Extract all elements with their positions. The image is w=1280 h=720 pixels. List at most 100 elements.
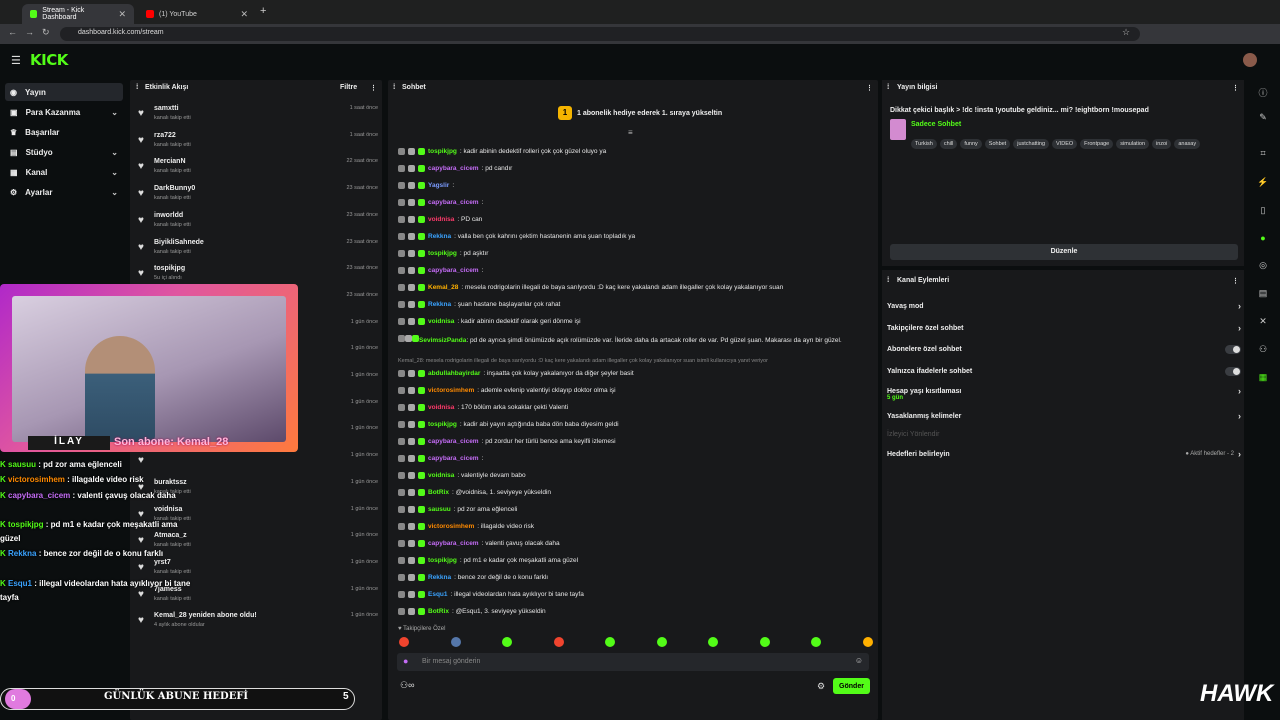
sidebar-item-yayin[interactable]: ◉ Yayın — [5, 83, 123, 101]
wrench-icon[interactable]: ✕ — [1256, 316, 1270, 330]
more-options-icon[interactable]: ⋮ — [370, 84, 377, 92]
chat-username[interactable]: SevimsizPanda — [419, 337, 466, 344]
sidebar-item-para-kazanma[interactable]: ▣ Para Kazanma ⌄ — [5, 103, 123, 121]
chevron-right-icon[interactable]: › — [1238, 323, 1241, 333]
sidebar-item-kanal[interactable]: ▦ Kanal ⌄ — [5, 163, 123, 181]
emote-icon[interactable] — [656, 637, 667, 647]
channel-action-row[interactable]: Yalnızca ifadelerle sohbet — [887, 367, 1241, 376]
chat-bubble-icon[interactable]: ● — [1256, 233, 1270, 247]
filter-button[interactable]: Filtre — [340, 84, 357, 91]
channel-action-row[interactable]: Takipçilere özel sohbet › — [887, 323, 1241, 333]
toggle-switch[interactable] — [1225, 345, 1241, 354]
emote-icon[interactable] — [605, 637, 615, 647]
mic-icon[interactable]: ● — [403, 656, 408, 666]
sidebar-item-basarilar[interactable]: ♛ Başarılar — [5, 123, 123, 141]
chat-username[interactable]: voidnisa — [428, 216, 454, 223]
hamburger-menu-icon[interactable]: ☰ — [11, 54, 21, 67]
chat-username[interactable]: Kemal_28 — [428, 284, 458, 291]
channel-action-row[interactable]: Hedefleri belirleyin ● Aktif hedefler - 2… — [887, 449, 1241, 459]
info-drag-icon[interactable]: ⁞ — [887, 84, 889, 91]
channel-action-row[interactable]: Yavaş mod › — [887, 301, 1241, 311]
chevron-right-icon[interactable]: › — [1238, 301, 1241, 311]
emote-icon[interactable] — [450, 637, 461, 647]
users-icon[interactable]: ⚇ — [1256, 344, 1270, 358]
emote-icon[interactable] — [862, 637, 873, 647]
stream-tag[interactable]: chill — [939, 139, 958, 149]
chat-settings-icon[interactable]: ⚙ — [817, 681, 825, 692]
broadcast-wave-icon[interactable]: ◎ — [1256, 260, 1270, 274]
kick-logo[interactable]: KICK — [30, 51, 68, 69]
tab-kick-dashboard[interactable]: Stream - Kick Dashboard ✕ — [22, 4, 134, 24]
chevron-right-icon[interactable]: › — [1238, 449, 1241, 459]
channel-action-row[interactable]: Abonelere özel sohbet — [887, 345, 1241, 354]
activity-username[interactable]: tospikjpg — [154, 265, 185, 272]
emote-icon[interactable] — [708, 637, 718, 647]
info-icon[interactable]: ⓘ — [1256, 86, 1270, 100]
close-tab-icon[interactable]: ✕ — [240, 9, 248, 20]
more-options-icon[interactable]: ⋮ — [1232, 277, 1239, 285]
chat-username[interactable]: victorosimhem — [428, 523, 474, 530]
emote-icon[interactable] — [553, 637, 564, 647]
stream-tag[interactable]: Sohbet — [984, 139, 1011, 149]
chat-username[interactable]: abdullahbayirdar — [428, 370, 480, 377]
stream-tag[interactable]: Frontpage — [1080, 139, 1114, 149]
emote-icon[interactable] — [811, 637, 821, 647]
chat-username[interactable]: capybara_cicem — [428, 199, 479, 206]
chat-username[interactable]: voidnisa — [428, 472, 454, 479]
activity-username[interactable]: Kemal_28 yeniden abone oldu! — [154, 612, 257, 619]
chat-username[interactable]: tospikjpg — [428, 557, 457, 564]
chat-username[interactable]: tospikjpg — [428, 250, 457, 257]
chat-username[interactable]: tospikjpg — [428, 148, 457, 155]
url-field[interactable]: dashboard.kick.com/stream — [60, 27, 1140, 41]
emoji-icon[interactable]: ☺ — [855, 656, 863, 665]
new-tab-icon[interactable]: + — [260, 5, 266, 17]
stream-tag[interactable]: justchatting — [1013, 139, 1050, 149]
chevron-right-icon[interactable]: › — [1238, 386, 1241, 396]
stream-tag[interactable]: funny — [960, 139, 982, 149]
bookmark-star-icon[interactable]: ☆ — [1122, 27, 1130, 38]
user-avatar[interactable] — [1243, 53, 1257, 67]
activity-username[interactable]: inworldd — [154, 212, 183, 219]
chat-username[interactable]: Yagslir — [428, 182, 449, 189]
stream-tag[interactable]: inzoi — [1152, 139, 1172, 149]
activity-drag-icon[interactable]: ⁞ — [136, 84, 138, 91]
activity-username[interactable]: rza722 — [154, 132, 176, 139]
chevron-right-icon[interactable]: › — [1238, 411, 1241, 421]
chat-username[interactable]: Rekkna — [428, 574, 451, 581]
chat-username[interactable]: capybara_cicem — [428, 165, 479, 172]
chat-username[interactable]: voidnisa — [428, 404, 454, 411]
chat-username[interactable]: BotRix — [428, 608, 449, 615]
crop-icon[interactable]: ⌗ — [1256, 148, 1270, 162]
actions-drag-icon[interactable]: ⁞ — [887, 277, 889, 284]
stream-tag[interactable]: simulation — [1116, 139, 1150, 149]
forward-icon[interactable]: → — [25, 27, 34, 37]
layout-icon[interactable]: ▤ — [1256, 288, 1270, 302]
more-options-icon[interactable]: ⋮ — [866, 84, 873, 92]
back-icon[interactable]: ← — [8, 27, 17, 37]
close-tab-icon[interactable]: ✕ — [118, 9, 126, 20]
chat-username[interactable]: Rekkna — [428, 301, 451, 308]
document-icon[interactable]: ▯ — [1256, 205, 1270, 219]
activity-username[interactable]: BiyikliSahnede — [154, 239, 204, 246]
chat-username[interactable]: Esqu1 — [428, 591, 448, 598]
activity-username[interactable]: samxtti — [154, 105, 179, 112]
chat-username[interactable]: BotRix — [428, 489, 449, 496]
send-button[interactable]: Gönder — [833, 678, 870, 694]
channel-action-row[interactable]: Yasaklanmış kelimeler › — [887, 411, 1241, 421]
sidebar-item-ayarlar[interactable]: ⚙ Ayarlar ⌄ — [5, 183, 123, 201]
emote-icon[interactable] — [759, 637, 770, 647]
lightning-icon[interactable]: ⚡ — [1256, 177, 1270, 191]
chat-username[interactable]: capybara_cicem — [428, 455, 479, 462]
channel-action-row[interactable]: Hesap yaşı kısıtlaması 5 gün › — [887, 386, 1241, 401]
more-options-icon[interactable]: ⋮ — [1232, 84, 1239, 92]
stream-tag[interactable]: Turkish — [911, 139, 937, 149]
chat-username[interactable]: sausuu — [428, 506, 451, 513]
chat-username[interactable]: capybara_cicem — [428, 540, 479, 547]
category-name[interactable]: Sadece Sohbet — [911, 121, 961, 128]
chat-drag-icon[interactable]: ⁞ — [393, 84, 395, 91]
sidebar-item-studyo[interactable]: ▤ Stüdyo ⌄ — [5, 143, 123, 161]
stream-tag[interactable]: anasay — [1174, 139, 1201, 149]
tab-youtube[interactable]: (1) YouTube ✕ — [138, 4, 256, 24]
chat-username[interactable]: voidnisa — [428, 318, 454, 325]
activity-username[interactable]: MercianN — [154, 158, 186, 165]
